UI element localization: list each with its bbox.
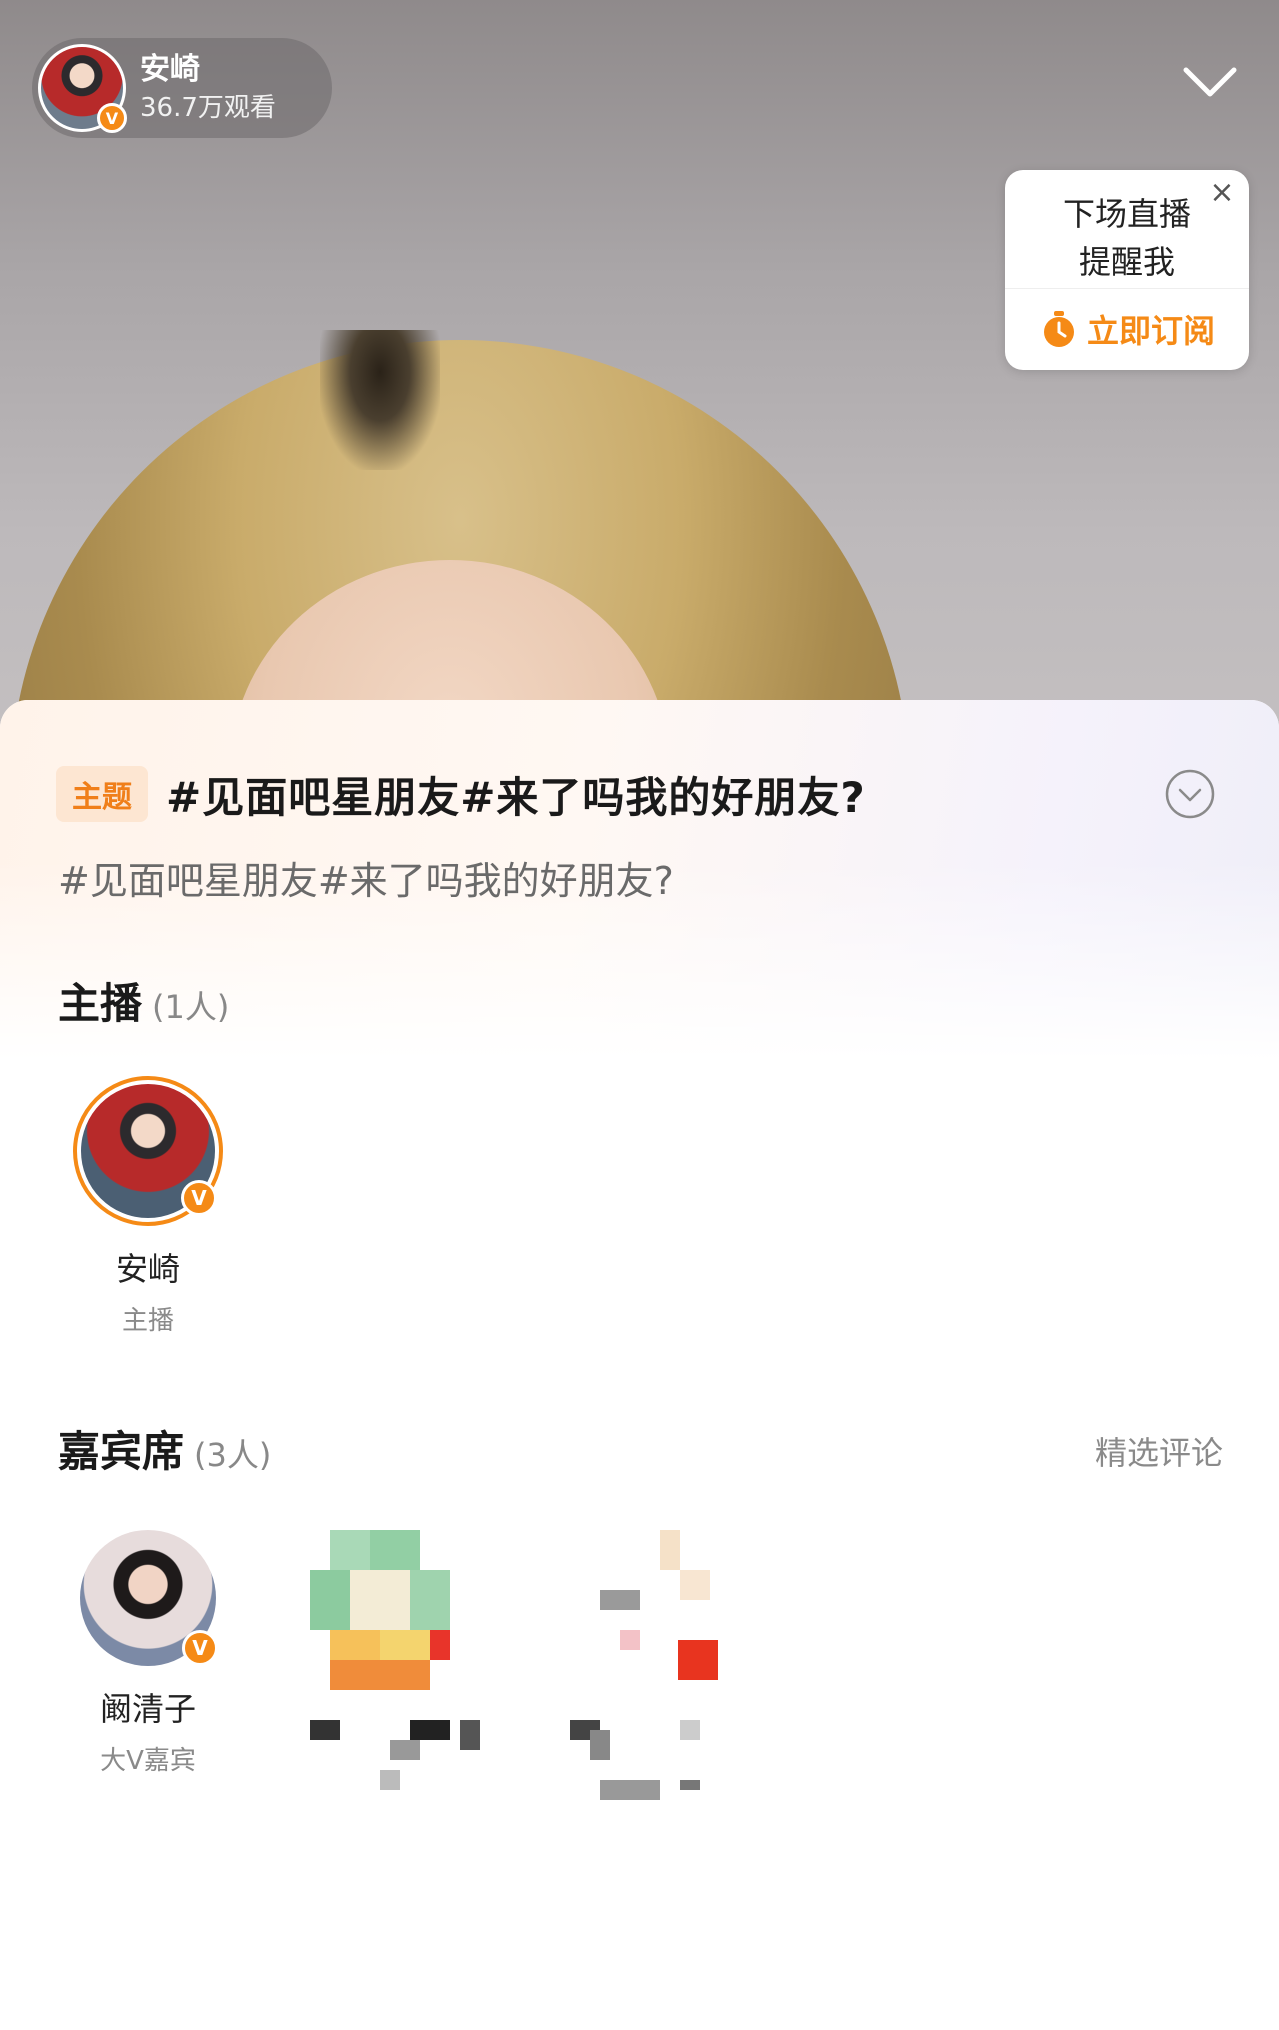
reminder-line-1: 下场直播 xyxy=(1062,195,1191,233)
anchor-info-pill[interactable]: V 安崎 36.7万观看 xyxy=(32,38,332,138)
topic-tag: 主题 xyxy=(56,766,148,822)
expand-circle-icon[interactable] xyxy=(1164,768,1216,820)
timer-icon xyxy=(1043,311,1074,347)
topic-title[interactable]: #见面吧星朋友#来了吗我的好朋友? xyxy=(166,764,866,825)
reminder-line-2: 提醒我 xyxy=(1078,243,1175,281)
chevron-down-icon[interactable] xyxy=(1180,62,1240,102)
hosts-title: 主播 xyxy=(58,979,143,1028)
host-card[interactable]: V 安崎 主播 xyxy=(58,1076,238,1337)
avatar[interactable]: V xyxy=(80,1530,218,1666)
subscribe-label: 立即订阅 xyxy=(1086,312,1215,350)
verified-badge-icon: V xyxy=(182,1630,218,1666)
guest-card-pixelated[interactable] xyxy=(300,1530,500,1810)
live-info-sheet: 主题 #见面吧星朋友#来了吗我的好朋友? #见面吧星朋友#来了吗我的好朋友? 主… xyxy=(0,700,1279,2030)
verified-badge-icon: V xyxy=(97,103,127,133)
live-room-screen: V 安崎 36.7万观看 × 下场直播 提醒我 立即订阅 主题 #见面吧星朋友#… xyxy=(0,0,1279,2030)
guests-title: 嘉宾席 xyxy=(58,1427,185,1476)
avatar[interactable]: V xyxy=(73,1076,223,1226)
guests-section-title: 嘉宾席 (3人) xyxy=(58,1418,271,1479)
viewer-count: 36.7万观看 xyxy=(140,93,276,123)
subscribe-button[interactable]: 立即订阅 xyxy=(1005,294,1249,364)
host-role: 主播 xyxy=(121,1306,174,1336)
guest-card[interactable]: V 阚清子 大V嘉宾 xyxy=(58,1530,238,1777)
topic-row: 主题 #见面吧星朋友#来了吗我的好朋友? xyxy=(56,762,1236,826)
anchor-name: 安崎 xyxy=(140,52,200,87)
guest-card-pixelated[interactable] xyxy=(560,1530,760,1810)
guests-count: (3人) xyxy=(194,1436,272,1474)
verified-badge-icon: V xyxy=(181,1180,217,1216)
anchor-avatar[interactable]: V xyxy=(38,44,127,133)
divider xyxy=(1005,288,1249,289)
topic-description: #见面吧星朋友#来了吗我的好朋友? xyxy=(58,859,674,903)
hosts-section-title: 主播 (1人) xyxy=(58,970,229,1031)
hosts-count: (1人) xyxy=(152,988,230,1026)
video-hair-part xyxy=(320,330,440,470)
host-name: 安崎 xyxy=(115,1250,180,1288)
guest-role: 大V嘉宾 xyxy=(100,1746,196,1776)
subscribe-reminder-card: × 下场直播 提醒我 立即订阅 xyxy=(1005,170,1249,370)
guest-name: 阚清子 xyxy=(99,1690,196,1728)
featured-comments-link[interactable]: 精选评论 xyxy=(1095,1428,1223,1474)
